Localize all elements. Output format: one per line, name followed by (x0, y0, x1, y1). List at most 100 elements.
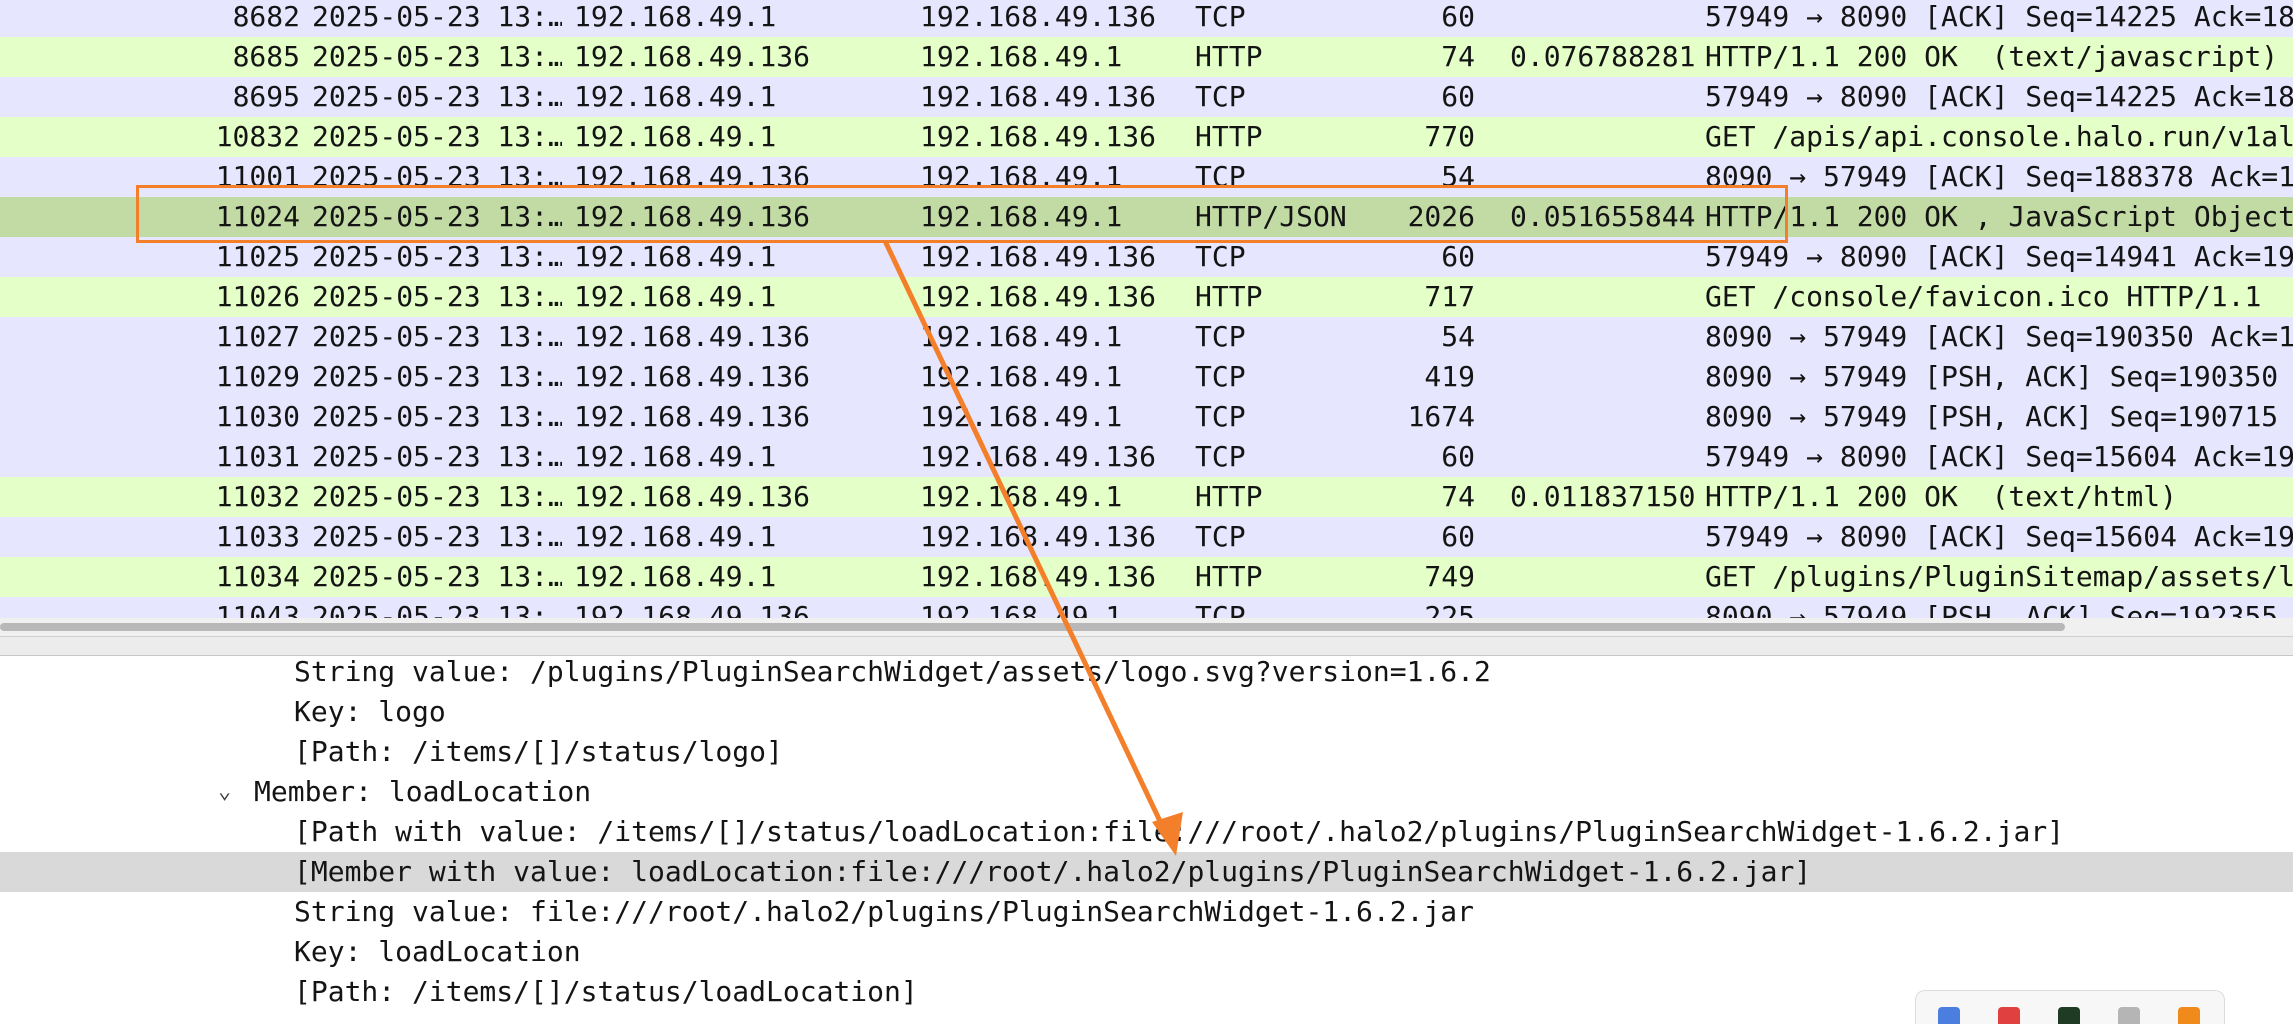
packet-number: 8682 (232, 0, 300, 33)
packet-delta-time (1510, 157, 1700, 197)
packet-length: 2026 (1407, 200, 1475, 233)
chevron-down-icon[interactable]: ⌄ (218, 772, 231, 812)
tree-item[interactable]: [Path: /items/[]/status/logo] (0, 732, 2293, 772)
tree-item-label: [Path: /items/[]/status/logo] (294, 735, 783, 768)
packet-delta-time: 0.011837150 (1510, 480, 1696, 513)
table-row[interactable]: 11027 2025-05-23 13:… 192.168.49.136 192.16… (0, 317, 2293, 357)
packet-details-tree[interactable]: String value: /plugins/PluginSearchWidge… (0, 656, 2293, 1024)
packet-destination: 192.168.49.1 (920, 400, 1123, 433)
packet-number: 10832 (215, 120, 300, 153)
packet-length: 60 (1441, 0, 1475, 33)
packet-destination: 192.168.49.136 (920, 120, 1157, 153)
tree-item-label: String value: file:///root/.halo2/plugin… (294, 895, 1475, 928)
packet-source: 192.168.49.1 (574, 560, 777, 593)
packet-protocol: TCP (1195, 320, 1246, 353)
packet-info: HTTP/1.1 200 OK , JavaScript Object (1705, 200, 2293, 233)
tree-item[interactable]: ⌄ Member: loadLocation (0, 772, 2293, 812)
packet-info: 8090 → 57949 [ACK] Seq=190350 Ack=15 (1705, 320, 2293, 353)
packet-protocol: TCP (1195, 160, 1246, 193)
packet-time: 2025-05-23 13:… (312, 200, 562, 233)
table-row[interactable]: 11043 2025-05-23 13:… 192.168.49.136 192.16… (0, 597, 2293, 618)
packet-number: 11031 (215, 440, 300, 473)
packet-time: 2025-05-23 13:… (312, 600, 562, 618)
tray-app-icon-red[interactable] (1998, 1007, 2020, 1024)
packet-source: 192.168.49.136 (574, 320, 811, 353)
packet-number: 11027 (215, 320, 300, 353)
table-row[interactable]: 11025 2025-05-23 13:… 192.168.49.1 192.168.… (0, 237, 2293, 277)
table-row[interactable]: 11031 2025-05-23 13:… 192.168.49.1 192.168.… (0, 437, 2293, 477)
tree-item[interactable]: Key: logo (0, 692, 2293, 732)
packet-length: 54 (1441, 160, 1475, 193)
packet-protocol: HTTP (1195, 40, 1263, 73)
packet-source: 192.168.49.136 (574, 360, 811, 393)
tray-app-icon-gray[interactable] (2118, 1007, 2140, 1024)
packet-delta-time (1510, 397, 1700, 437)
packet-destination: 192.168.49.136 (920, 440, 1157, 473)
packet-time: 2025-05-23 13:… (312, 320, 562, 353)
tree-item[interactable]: String value: /plugins/PluginSearchWidge… (0, 656, 2293, 692)
packet-destination: 192.168.49.136 (920, 560, 1157, 593)
packet-length: 60 (1441, 80, 1475, 113)
packet-time: 2025-05-23 13:… (312, 0, 562, 33)
table-row[interactable]: 8685 2025-05-23 13:… 192.168.49.136 192.168… (0, 37, 2293, 77)
tree-item[interactable]: Key: loadLocation (0, 932, 2293, 972)
packet-length: 60 (1441, 520, 1475, 553)
packet-info: 57949 → 8090 [ACK] Seq=14941 Ack=190 (1705, 240, 2293, 273)
packet-delta-time (1510, 237, 1700, 277)
packet-number: 11001 (215, 160, 300, 193)
packet-info: 57949 → 8090 [ACK] Seq=15604 Ack=192 (1705, 440, 2293, 473)
packet-info: 8090 → 57949 [PSH, ACK] Seq=190350 A (1705, 360, 2293, 393)
tree-item-label: Key: loadLocation (294, 935, 581, 968)
system-tray (1915, 990, 2225, 1024)
tray-app-icon-blue[interactable] (1938, 1007, 1960, 1024)
packet-number: 8685 (232, 40, 300, 73)
table-row[interactable]: 10832 2025-05-23 13:… 192.168.49.1 192.168.… (0, 117, 2293, 157)
table-row[interactable]: 11001 2025-05-23 13:… 192.168.49.136 192.16… (0, 157, 2293, 197)
packet-list-horizontal-scrollbar[interactable] (0, 618, 2293, 636)
table-row[interactable]: 11030 2025-05-23 13:… 192.168.49.136 192.16… (0, 397, 2293, 437)
packet-list[interactable]: 8682 2025-05-23 13:… 192.168.49.1 192.168.4… (0, 0, 2293, 618)
packet-destination: 192.168.49.136 (920, 80, 1157, 113)
tree-item-selected[interactable]: [Member with value: loadLocation:file://… (0, 852, 2293, 892)
packet-delta-time (1510, 597, 1700, 618)
pane-splitter[interactable] (0, 636, 2293, 656)
table-row[interactable]: 11026 2025-05-23 13:… 192.168.49.1 192.168.… (0, 277, 2293, 317)
packet-info: HTTP/1.1 200 OK (text/html) (1705, 480, 2178, 513)
packet-protocol: TCP (1195, 600, 1246, 618)
packet-time: 2025-05-23 13:… (312, 240, 562, 273)
packet-destination: 192.168.49.1 (920, 600, 1123, 618)
packet-delta-time (1510, 0, 1700, 37)
packet-delta-time (1510, 77, 1700, 117)
packet-delta-time (1510, 557, 1700, 597)
table-row[interactable]: 11034 2025-05-23 13:… 192.168.49.1 192.168.… (0, 557, 2293, 597)
packet-number: 11025 (215, 240, 300, 273)
tree-item-label: Member: loadLocation (254, 775, 592, 808)
table-row[interactable]: 8695 2025-05-23 13:… 192.168.49.1 192.168.4… (0, 77, 2293, 117)
tree-item[interactable]: String value: file:///root/.halo2/plugin… (0, 892, 2293, 932)
packet-destination: 192.168.49.1 (920, 320, 1123, 353)
packet-source: 192.168.49.1 (574, 280, 777, 313)
packet-length: 225 (1424, 600, 1475, 618)
packet-number: 11043 (215, 600, 300, 618)
packet-protocol: TCP (1195, 400, 1246, 433)
table-row[interactable]: 8682 2025-05-23 13:… 192.168.49.1 192.168.4… (0, 0, 2293, 37)
packet-length: 419 (1424, 360, 1475, 393)
table-row[interactable]: 11032 2025-05-23 13:… 192.168.49.136 192.16… (0, 477, 2293, 517)
packet-delta-time (1510, 117, 1700, 157)
tray-app-icon-dark[interactable] (2058, 1007, 2080, 1024)
table-row[interactable]: 11029 2025-05-23 13:… 192.168.49.136 192.16… (0, 357, 2293, 397)
table-row[interactable]: 11033 2025-05-23 13:… 192.168.49.1 192.168.… (0, 517, 2293, 557)
packet-source: 192.168.49.136 (574, 400, 811, 433)
packet-info: 8090 → 57949 [PSH, ACK] Seq=190715 A (1705, 400, 2293, 433)
tray-app-icon-orange[interactable] (2178, 1007, 2200, 1024)
packet-protocol: TCP (1195, 360, 1246, 393)
table-row-selected[interactable]: 11024 2025-05-23 13:… 192.168.49.136 192.16… (0, 197, 2293, 237)
packet-destination: 192.168.49.136 (920, 0, 1157, 33)
scrollbar-thumb[interactable] (0, 623, 2065, 631)
tree-item[interactable]: [Path with value: /items/[]/status/loadL… (0, 812, 2293, 852)
packet-delta-time (1510, 517, 1700, 557)
packet-length: 74 (1441, 40, 1475, 73)
packet-number: 11026 (215, 280, 300, 313)
packet-time: 2025-05-23 13:… (312, 360, 562, 393)
packet-source: 192.168.49.136 (574, 160, 811, 193)
